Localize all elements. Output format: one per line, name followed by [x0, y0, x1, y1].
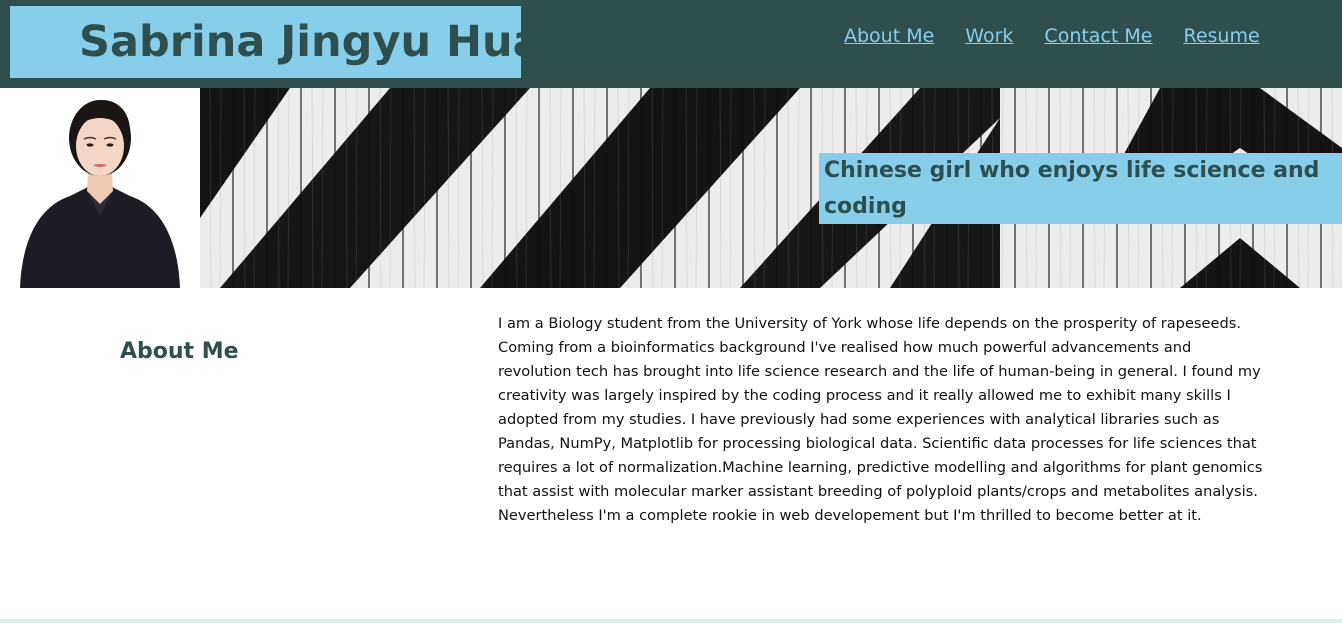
site-name: Sabrina Jingyu Hua: [79, 17, 542, 67]
about-me-paragraph: I am a Biology student from the Universi…: [498, 315, 1263, 524]
nav-work[interactable]: Work: [965, 24, 1013, 48]
tagline-box: Chinese girl who enjoys life science and…: [819, 153, 1342, 224]
main-nav: About Me Work Contact Me Resume: [844, 24, 1260, 48]
nav-resume[interactable]: Resume: [1183, 24, 1259, 48]
site-name-box: Sabrina Jingyu Hua: [10, 6, 542, 78]
nav-about-me[interactable]: About Me: [844, 24, 934, 48]
person-portrait-icon: [0, 88, 200, 288]
nav-contact-me[interactable]: Contact Me: [1044, 24, 1152, 48]
site-header: Sabrina Jingyu Hua About Me Work Contact…: [0, 0, 1342, 88]
footer-divider: [0, 619, 1342, 623]
about-me-heading: About Me: [120, 339, 239, 364]
tagline: Chinese girl who enjoys life science and…: [824, 158, 1320, 219]
